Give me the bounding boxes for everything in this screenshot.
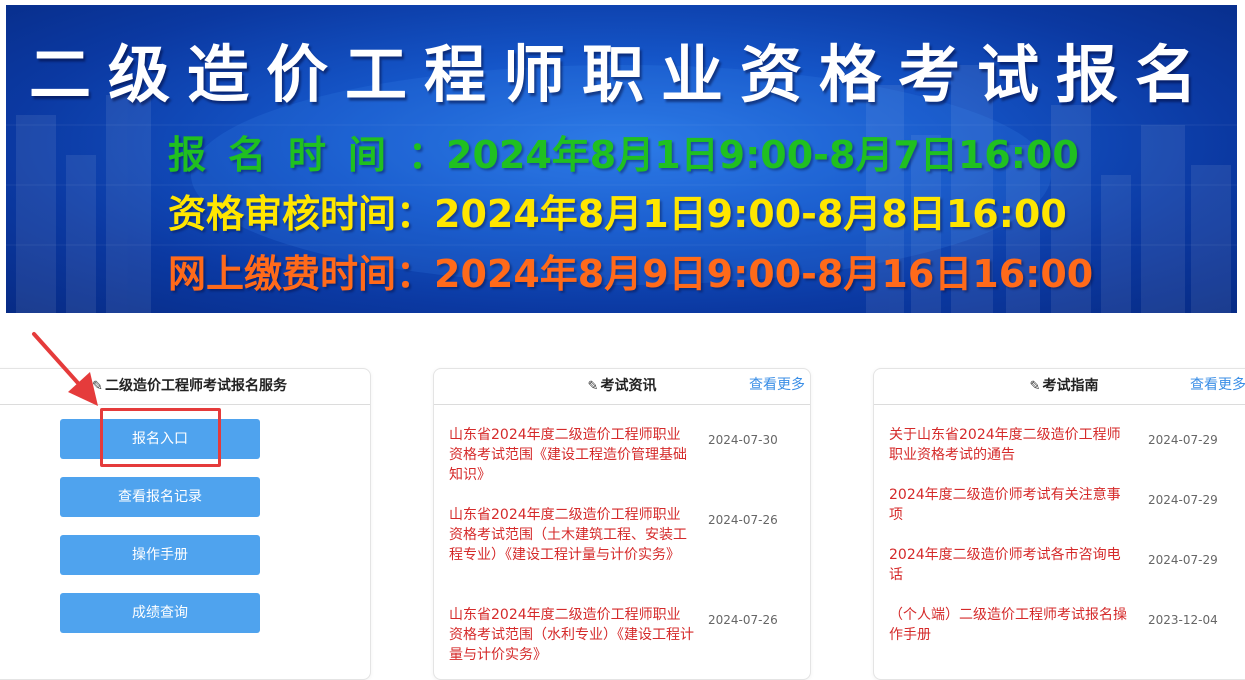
news-link[interactable]: 山东省2024年度二级造价工程师职业资格考试范围（水利专业）《建设工程计量与计价… <box>449 605 694 665</box>
registration-time: 报名时间：2024年8月1日9:00-8月7日16:00 <box>168 132 1079 178</box>
registration-time-value: ：2024年8月1日9:00-8月7日16:00 <box>408 133 1079 177</box>
guide-date: 2023-12-04 <box>1148 613 1218 627</box>
news-panel-title: 考试资讯 <box>600 378 657 394</box>
review-time-label: 资格审核时间 <box>168 192 397 236</box>
list-item[interactable]: 山东省2024年度二级造价工程师职业资格考试范围（土木建筑工程、安装工程专业）《… <box>449 505 694 565</box>
header-banner: 二级造价工程师职业资格考试报名 报名时间：2024年8月1日9:00-8月7日1… <box>6 5 1237 313</box>
registration-time-label: 报名时间 <box>168 133 409 177</box>
review-time: 资格审核时间：2024年8月1日9:00-8月8日16:00 <box>168 191 1067 237</box>
score-query-button[interactable]: 成绩查询 <box>60 593 260 633</box>
guide-link[interactable]: 关于山东省2024年度二级造价工程师职业资格考试的通告 <box>889 425 1134 465</box>
news-panel-header: ✎ 考试资讯 查看更多 <box>434 369 810 405</box>
guide-link[interactable]: （个人端）二级造价工程师考试报名操作手册 <box>889 605 1134 645</box>
guide-date: 2024-07-29 <box>1148 433 1218 447</box>
guide-more-link[interactable]: 查看更多 <box>1190 374 1245 394</box>
operation-manual-button[interactable]: 操作手册 <box>60 535 260 575</box>
list-item[interactable]: （个人端）二级造价工程师考试报名操作手册 <box>889 605 1134 645</box>
news-link[interactable]: 山东省2024年度二级造价工程师职业资格考试范围《建设工程造价管理基础知识》 <box>449 425 694 485</box>
guide-date: 2024-07-29 <box>1148 493 1218 507</box>
banner-title: 二级造价工程师职业资格考试报名 <box>28 38 1214 111</box>
pencil-icon: ✎ <box>1029 379 1041 394</box>
list-item[interactable]: 山东省2024年度二级造价工程师职业资格考试范围《建设工程造价管理基础知识》 <box>449 425 694 485</box>
pencil-icon: ✎ <box>587 379 599 394</box>
news-link[interactable]: 山东省2024年度二级造价工程师职业资格考试范围（土木建筑工程、安装工程专业）《… <box>449 505 694 565</box>
view-registration-records-button[interactable]: 查看报名记录 <box>60 477 260 517</box>
payment-time-label: 网上缴费时间 <box>168 252 397 296</box>
payment-time-value: ：2024年8月9日9:00-8月16日16:00 <box>396 252 1094 296</box>
list-item[interactable]: 山东省2024年度二级造价工程师职业资格考试范围（水利专业）《建设工程计量与计价… <box>449 605 694 665</box>
payment-time: 网上缴费时间：2024年8月9日9:00-8月16日16:00 <box>168 251 1093 297</box>
news-date: 2024-07-26 <box>708 513 778 527</box>
guide-panel-title: 考试指南 <box>1042 378 1099 394</box>
guide-date: 2024-07-29 <box>1148 553 1218 567</box>
service-panel-title: 二级造价工程师考试报名服务 <box>104 378 287 394</box>
list-item[interactable]: 2024年度二级造价师考试各市咨询电话 <box>889 545 1134 585</box>
guide-panel: ✎ 考试指南 查看更多 关于山东省2024年度二级造价工程师职业资格考试的通告 2… <box>873 368 1245 680</box>
highlight-box <box>100 408 221 467</box>
news-more-link[interactable]: 查看更多 <box>749 374 805 394</box>
list-item[interactable]: 2024年度二级造价师考试有关注意事项 <box>889 485 1134 525</box>
guide-link[interactable]: 2024年度二级造价师考试各市咨询电话 <box>889 545 1134 585</box>
guide-panel-header: ✎ 考试指南 查看更多 <box>874 369 1245 405</box>
guide-link[interactable]: 2024年度二级造价师考试有关注意事项 <box>889 485 1134 525</box>
review-time-value: ：2024年8月1日9:00-8月8日16:00 <box>396 192 1067 236</box>
news-date: 2024-07-30 <box>708 433 778 447</box>
news-panel: ✎ 考试资讯 查看更多 山东省2024年度二级造价工程师职业资格考试范围《建设工程… <box>433 368 811 680</box>
news-date: 2024-07-26 <box>708 613 778 627</box>
list-item[interactable]: 关于山东省2024年度二级造价工程师职业资格考试的通告 <box>889 425 1134 465</box>
arrow-annotation-icon <box>32 332 98 406</box>
